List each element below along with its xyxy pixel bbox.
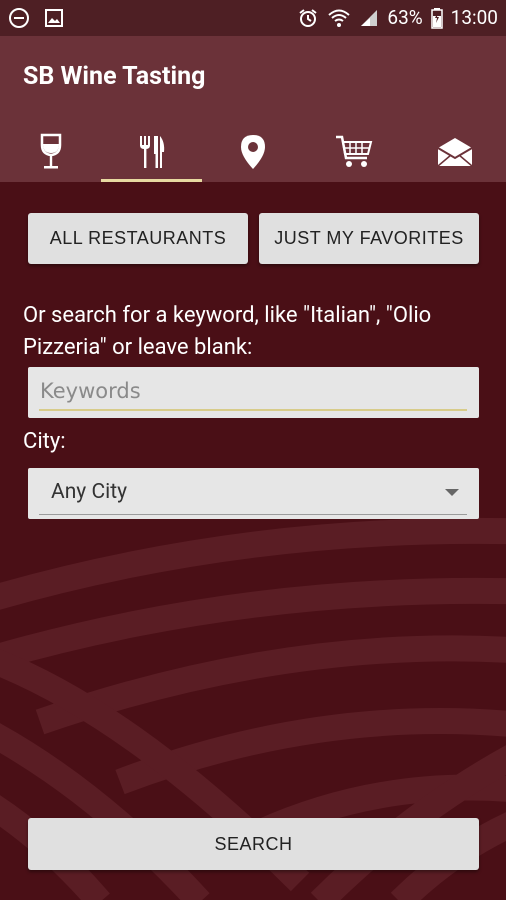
vineyard-background — [0, 517, 506, 900]
alarm-icon — [299, 9, 317, 27]
search-button[interactable]: SEARCH — [28, 818, 479, 870]
chevron-down-icon — [445, 489, 459, 496]
do-not-disturb-icon — [9, 8, 29, 28]
city-dropdown[interactable]: Any City — [28, 468, 479, 519]
map-pin-icon — [241, 135, 265, 169]
city-label: City: — [23, 429, 66, 454]
clock: 13:00 — [450, 6, 498, 29]
status-bar: 63% 13:00 — [0, 0, 506, 36]
city-selected-value: Any City — [51, 480, 128, 504]
all-restaurants-button[interactable]: ALL RESTAURANTS — [28, 213, 248, 264]
keyword-underline — [39, 409, 467, 411]
tab-restaurants[interactable] — [101, 122, 203, 182]
tab-cart[interactable] — [304, 122, 405, 182]
city-underline — [39, 514, 467, 515]
search-prompt: Or search for a keyword, like "Italian",… — [23, 303, 432, 360]
keyword-field[interactable] — [28, 367, 479, 418]
wine-glass-icon — [40, 133, 61, 169]
tab-contact[interactable] — [405, 122, 506, 182]
favorites-button[interactable]: JUST MY FAVORITES — [259, 213, 479, 264]
restaurant-search-panel: ALL RESTAURANTS JUST MY FAVORITES Or sea… — [0, 182, 506, 900]
image-icon — [45, 9, 63, 27]
app-bar: SB Wine Tasting — [0, 36, 506, 182]
wifi-icon — [328, 9, 351, 27]
signal-icon — [361, 10, 378, 26]
tab-wines[interactable] — [0, 122, 101, 182]
tab-map[interactable] — [202, 122, 303, 182]
battery-icon — [430, 8, 443, 29]
fork-knife-icon — [139, 136, 164, 168]
tab-bar — [0, 122, 506, 182]
shopping-cart-icon — [336, 135, 373, 167]
battery-percent: 63% — [387, 6, 423, 29]
app-title: SB Wine Tasting — [23, 62, 206, 91]
keyword-input[interactable] — [40, 373, 465, 409]
mail-icon — [437, 138, 473, 167]
